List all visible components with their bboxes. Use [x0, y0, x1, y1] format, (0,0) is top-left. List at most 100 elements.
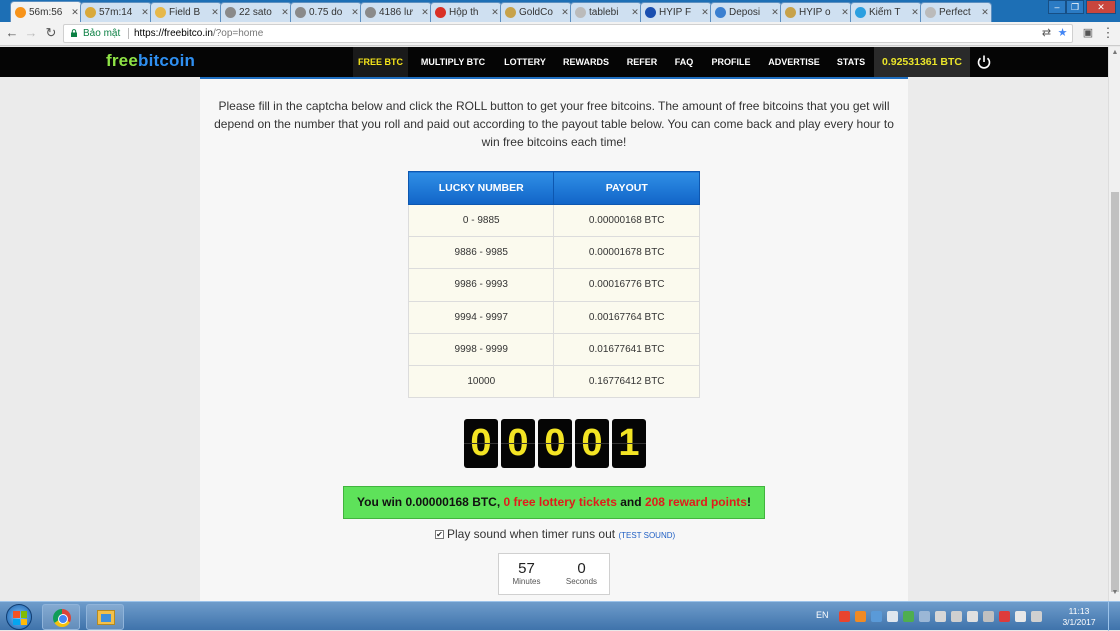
table-row: 9886 - 9985 0.00001678 BTC — [407, 236, 700, 270]
lucky-range-cell: 10000 — [407, 364, 555, 399]
tab-favicon-icon — [155, 7, 166, 18]
extension-icon[interactable]: ▣ — [1080, 25, 1096, 41]
payout-table: LUCKY NUMBER PAYOUT 0 - 9885 0.00000168 B… — [407, 171, 700, 399]
browser-toolbar: ← → ↻ Bảo mật https://freebitco.in/?op=h… — [0, 22, 1120, 46]
reload-icon[interactable]: ↻ — [43, 25, 59, 41]
browser-tab[interactable]: tablebi ✕ — [570, 2, 642, 22]
tab-close-icon[interactable]: ✕ — [979, 7, 991, 18]
payout-cell: 0.01677641 BTC — [553, 332, 700, 366]
browser-tab[interactable]: 4186 lư ✕ — [360, 2, 432, 22]
menu-dots-icon[interactable]: ⋮ — [1100, 25, 1116, 41]
roll-digit: 0 — [575, 419, 609, 468]
nav-rewards[interactable]: REWARDS — [558, 47, 614, 77]
start-button[interactable] — [6, 604, 32, 630]
tab-favicon-icon — [855, 7, 866, 18]
tray-app-icon[interactable] — [855, 611, 866, 622]
tab-title: HYIP o — [799, 7, 831, 18]
nav-stats[interactable]: STATS — [832, 47, 870, 77]
tray-app-icon[interactable] — [871, 611, 882, 622]
nav-refer[interactable]: REFER — [622, 47, 662, 77]
tray-app-icon[interactable] — [999, 611, 1010, 622]
scroll-up-arrow-icon[interactable]: ▲ — [1111, 49, 1119, 59]
volume-icon[interactable] — [967, 611, 978, 622]
roll-digit: 1 — [612, 419, 646, 468]
browser-tab[interactable]: 0.75 do ✕ — [290, 2, 362, 22]
win-and-text: and — [616, 495, 645, 509]
nav-profile[interactable]: PROFILE — [707, 47, 755, 77]
tray-app-icon[interactable] — [903, 611, 914, 622]
url-host: https://freebitco.in — [134, 28, 213, 39]
play-sound-checkbox[interactable]: ✔ — [435, 530, 444, 539]
payout-cell: 0.00000168 BTC — [553, 203, 700, 238]
power-logout-icon[interactable] — [975, 53, 993, 71]
payout-table-header: LUCKY NUMBER PAYOUT — [407, 171, 700, 205]
taskbar-explorer[interactable] — [86, 604, 124, 630]
minimize-window-icon[interactable]: – — [1048, 0, 1066, 14]
tab-title: 57m:14 — [99, 7, 133, 18]
tray-app-icon[interactable] — [935, 611, 946, 622]
browser-tab[interactable]: 57m:14 ✕ — [80, 2, 152, 22]
tray-app-icon[interactable] — [839, 611, 850, 622]
tab-favicon-icon — [365, 7, 376, 18]
browser-tab[interactable]: Deposi ✕ — [710, 2, 782, 22]
logo-bitcoin: bitcoin — [138, 51, 196, 70]
tab-favicon-icon — [505, 7, 516, 18]
tray-app-icon[interactable] — [951, 611, 962, 622]
browser-tab[interactable]: 56m:56 ✕ — [10, 1, 82, 22]
test-sound-link[interactable]: (TEST SOUND) — [618, 531, 675, 540]
address-bar[interactable]: Bảo mật https://freebitco.in/?op=home ⇄ … — [63, 24, 1073, 43]
tab-title: GoldCo — [519, 7, 553, 18]
browser-tab[interactable]: GoldCo ✕ — [500, 2, 572, 22]
language-indicator[interactable]: EN — [816, 610, 829, 620]
browser-tab[interactable]: Hộp th ✕ — [430, 2, 502, 22]
table-row: 0 - 9885 0.00000168 BTC — [407, 203, 700, 238]
tab-title: 56m:56 — [29, 6, 63, 18]
nav-advertise[interactable]: ADVERTISE — [763, 47, 825, 77]
taskbar-clock[interactable]: 11:13 3/1/2017 — [1058, 606, 1100, 628]
lucky-range-cell: 9998 - 9999 — [407, 332, 555, 366]
browser-tab[interactable]: 22 sato ✕ — [220, 2, 292, 22]
timer-seconds: 0 Seconds — [554, 554, 609, 594]
browser-tab[interactable]: HYIP o ✕ — [780, 2, 852, 22]
tray-app-icon[interactable] — [887, 611, 898, 622]
page-scrollbar[interactable]: ▲ ▼ — [1108, 47, 1120, 601]
forward-arrow-icon[interactable]: → — [23, 25, 39, 41]
table-row: 9986 - 9993 0.00016776 BTC — [407, 268, 700, 302]
battery-icon[interactable] — [1031, 611, 1042, 622]
payout-cell: 0.00001678 BTC — [553, 236, 700, 270]
tray-app-icon[interactable] — [983, 611, 994, 622]
browser-tab[interactable]: Kiếm T ✕ — [850, 2, 922, 22]
scroll-down-arrow-icon[interactable]: ▼ — [1111, 589, 1119, 599]
timer-seconds-label: Seconds — [565, 577, 598, 586]
tray-app-icon[interactable] — [919, 611, 930, 622]
close-window-icon[interactable]: ✕ — [1086, 0, 1116, 14]
nav-free-btc[interactable]: FREE BTC — [353, 47, 408, 77]
payout-cell: 0.16776412 BTC — [553, 364, 700, 399]
timer-minutes-label: Minutes — [512, 577, 541, 586]
browser-tab[interactable]: Field B ✕ — [150, 2, 222, 22]
nav-multiply-btc[interactable]: MULTIPLY BTC — [414, 47, 492, 77]
show-desktop-button[interactable] — [1108, 602, 1120, 631]
nav-faq[interactable]: FAQ — [669, 47, 699, 77]
win-amount-text: You win 0.00000168 BTC, — [357, 495, 504, 509]
browser-tab[interactable]: Perfect ✕ — [920, 2, 992, 22]
win-lottery-tickets: 0 free lottery tickets — [503, 495, 617, 509]
maximize-window-icon[interactable]: ❐ — [1066, 0, 1084, 14]
file-explorer-icon — [97, 610, 115, 625]
taskbar-chrome[interactable] — [42, 604, 80, 630]
browser-tab[interactable]: HYIP F ✕ — [640, 2, 712, 22]
site-logo[interactable]: freebitcoin — [106, 51, 195, 71]
bookmark-star-icon[interactable]: ★ — [1056, 27, 1069, 40]
tab-title: tablebi — [589, 7, 619, 18]
nav-lottery[interactable]: LOTTERY — [500, 47, 550, 77]
scrollbar-thumb[interactable] — [1111, 192, 1119, 592]
translate-icon[interactable]: ⇄ — [1040, 27, 1053, 40]
network-signal-icon[interactable] — [1015, 611, 1026, 622]
table-row: 10000 0.16776412 BTC — [407, 364, 700, 399]
tab-title: 0.75 do — [309, 7, 343, 18]
windows-taskbar: EN 11:13 3/1/2017 — [0, 601, 1120, 631]
back-arrow-icon[interactable]: ← — [4, 25, 20, 41]
url-text[interactable]: https://freebitco.in/?op=home — [134, 25, 263, 42]
tab-title: Kiếm T — [869, 7, 901, 18]
table-row: 9998 - 9999 0.01677641 BTC — [407, 332, 700, 366]
